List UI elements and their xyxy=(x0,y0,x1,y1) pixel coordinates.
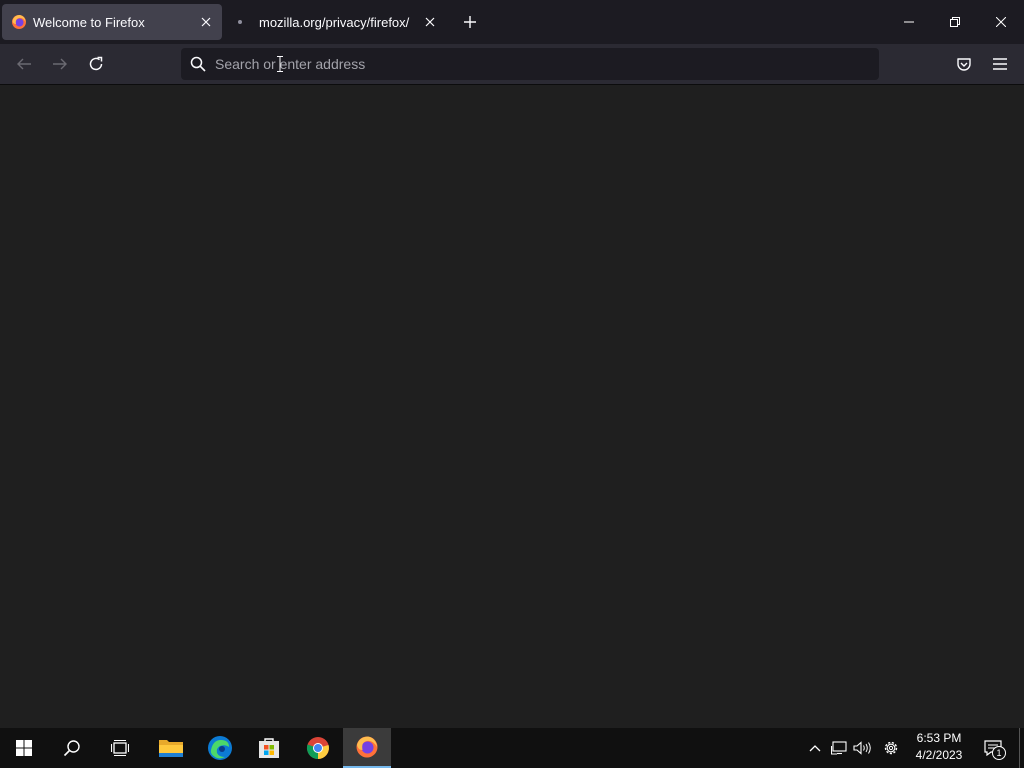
plus-icon xyxy=(464,16,476,28)
tab-bar: Welcome to Firefox mozilla.org/privacy/f… xyxy=(0,0,1024,44)
settings-icon xyxy=(884,741,898,755)
new-tab-button[interactable] xyxy=(456,8,484,36)
firefox-taskbar-button[interactable] xyxy=(343,728,391,768)
page-content xyxy=(0,85,1024,728)
forward-button[interactable] xyxy=(44,48,76,80)
firefox-icon xyxy=(11,14,27,30)
tab-mozilla-privacy[interactable]: mozilla.org/privacy/firefox/ xyxy=(226,4,446,40)
search-icon xyxy=(190,56,206,72)
search-icon xyxy=(63,740,80,757)
settings-button[interactable] xyxy=(878,728,904,768)
navigation-toolbar xyxy=(0,44,1024,85)
volume-button[interactable] xyxy=(851,728,873,768)
show-desktop-button[interactable] xyxy=(1019,728,1024,768)
close-icon xyxy=(996,17,1006,27)
taskbar-search-button[interactable] xyxy=(48,728,96,768)
windows-start-icon xyxy=(16,740,32,756)
address-input[interactable] xyxy=(215,56,879,72)
chrome-button[interactable] xyxy=(294,728,342,768)
tab-label: mozilla.org/privacy/firefox/ xyxy=(259,14,410,30)
file-explorer-button[interactable] xyxy=(147,728,195,768)
file-explorer-icon xyxy=(159,740,183,757)
forward-arrow-icon xyxy=(53,58,67,70)
minimize-button[interactable] xyxy=(886,0,932,44)
hamburger-menu-icon xyxy=(993,58,1007,70)
system-clock[interactable]: 6:53 PM 4/2/2023 xyxy=(906,730,972,766)
chrome-icon xyxy=(306,737,329,760)
back-button[interactable] xyxy=(8,48,40,80)
tab-label: Welcome to Firefox xyxy=(33,14,145,30)
back-arrow-icon xyxy=(17,58,31,70)
pocket-icon xyxy=(957,58,971,71)
firefox-icon xyxy=(356,736,378,758)
chevron-up-icon xyxy=(809,745,821,752)
task-view-button[interactable] xyxy=(96,728,144,768)
notification-count-badge: 1 xyxy=(992,746,1006,760)
volume-icon xyxy=(853,741,871,755)
windows-taskbar: 6:53 PM 4/2/2023 1 xyxy=(0,728,1024,768)
clock-date: 4/2/2023 xyxy=(915,748,963,762)
show-hidden-icons-button[interactable] xyxy=(804,728,826,768)
restore-icon xyxy=(950,17,960,27)
restore-button[interactable] xyxy=(932,0,978,44)
close-window-button[interactable] xyxy=(978,0,1024,44)
task-view-icon xyxy=(111,740,129,756)
clock-time: 6:53 PM xyxy=(916,731,962,745)
edge-button[interactable] xyxy=(196,728,244,768)
close-tab-icon[interactable] xyxy=(194,10,218,34)
edge-icon xyxy=(208,736,232,760)
minimize-icon xyxy=(904,21,914,23)
app-menu-button[interactable] xyxy=(984,48,1016,80)
reload-button[interactable] xyxy=(80,48,112,80)
store-icon xyxy=(259,738,279,758)
reload-icon xyxy=(89,56,103,71)
start-button[interactable] xyxy=(0,728,48,768)
network-icon xyxy=(831,741,847,755)
network-button[interactable] xyxy=(828,728,850,768)
pocket-button[interactable] xyxy=(948,48,980,80)
store-button[interactable] xyxy=(245,728,293,768)
close-tab-icon[interactable] xyxy=(418,10,442,34)
action-center-button[interactable]: 1 xyxy=(978,728,1008,768)
address-bar[interactable] xyxy=(181,48,879,80)
loading-dot-icon xyxy=(232,14,248,30)
tab-welcome-to-firefox[interactable]: Welcome to Firefox xyxy=(2,4,222,40)
